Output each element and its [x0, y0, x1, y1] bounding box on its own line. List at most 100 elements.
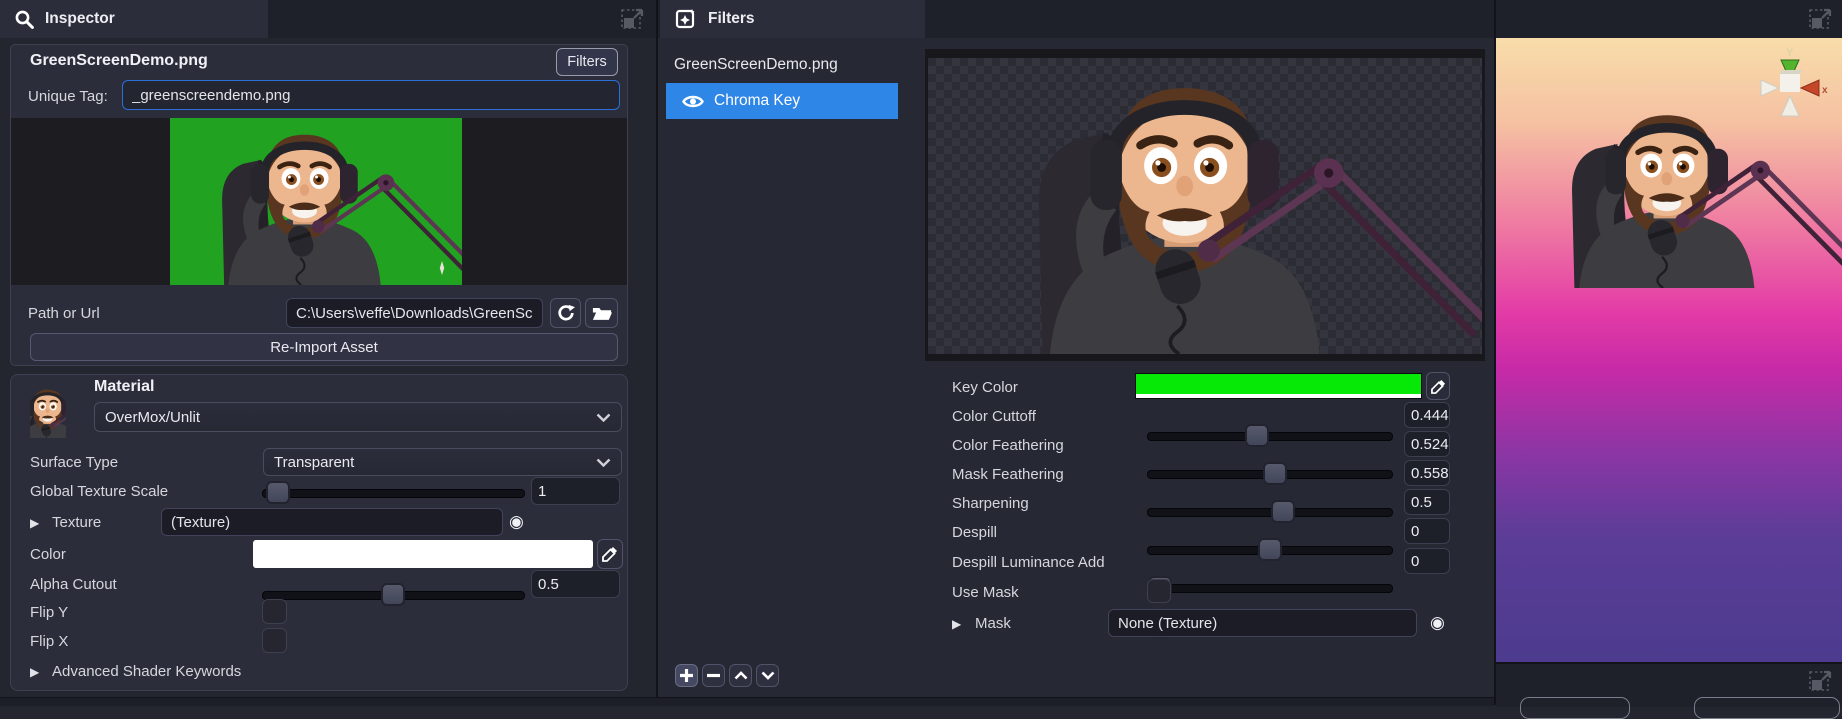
filters-button[interactable]: Filters	[556, 48, 618, 76]
sparkle-icon	[439, 261, 445, 275]
mask-feathering-label: Mask Feathering	[952, 466, 1064, 483]
material-header: Material	[94, 378, 155, 395]
path-label: Path or Url	[28, 305, 100, 322]
avatar-greenscreen	[170, 118, 462, 285]
minus-icon	[707, 673, 720, 678]
texture-field[interactable]: (Texture)	[161, 508, 503, 536]
add-filter-button[interactable]	[675, 664, 698, 687]
refresh-icon	[557, 304, 575, 321]
sharpening-slider[interactable]	[1147, 538, 1393, 561]
surface-type-label: Surface Type	[30, 454, 119, 471]
shader-dropdown[interactable]: OverMox/Unlit	[94, 402, 622, 432]
filter-source-name[interactable]: GreenScreenDemo.png	[674, 56, 838, 74]
texture-target-icon[interactable]: ◉	[509, 513, 524, 530]
slider-thumb[interactable]	[1271, 500, 1295, 523]
popout-icon-scene-bottom[interactable]	[1806, 668, 1834, 696]
mask-target-icon[interactable]: ◉	[1430, 614, 1445, 631]
advanced-foldout-icon[interactable]: ▶	[30, 665, 39, 679]
key-color-label: Key Color	[952, 379, 1018, 396]
flip-y-label: Flip Y	[30, 604, 69, 621]
despill-luminance-add-value[interactable]: 0	[1404, 548, 1450, 574]
key-color-eyedropper-button[interactable]	[1426, 372, 1450, 400]
avatar-scene	[1500, 96, 1842, 288]
chevron-down-icon	[761, 671, 774, 680]
gizmo-y-label: Y	[1786, 47, 1794, 59]
color-feathering-value[interactable]: 0.5248	[1404, 431, 1450, 457]
advanced-shader-keywords-label[interactable]: Advanced Shader Keywords	[52, 663, 241, 680]
alpha-cutout-slider[interactable]	[262, 583, 525, 606]
mask-feathering-slider[interactable]	[1147, 500, 1393, 523]
slider-thumb[interactable]	[381, 583, 405, 606]
mask-foldout-icon[interactable]: ▶	[952, 617, 961, 631]
despill-slider[interactable]	[1147, 576, 1393, 599]
mask-feathering-value[interactable]: 0.5583	[1404, 460, 1450, 486]
tab-inspector[interactable]: Inspector	[0, 0, 268, 38]
filter-preview	[928, 58, 1482, 354]
flip-y-checkbox[interactable]	[262, 599, 287, 624]
color-label: Color	[30, 546, 66, 563]
chevron-down-icon	[596, 458, 611, 467]
despill-label: Despill	[952, 524, 998, 541]
move-filter-up-button[interactable]	[729, 664, 752, 687]
despill-value[interactable]: 0	[1404, 518, 1450, 544]
flip-x-checkbox[interactable]	[262, 628, 287, 653]
visibility-eye-icon[interactable]	[682, 94, 704, 109]
filters-sparkle-icon	[674, 7, 698, 31]
scene-view[interactable]: Y x	[1496, 38, 1842, 662]
eyedropper-icon	[602, 547, 617, 562]
texture-value: (Texture)	[171, 513, 231, 531]
avatar-keyed	[928, 58, 1482, 354]
scene-bottom-button[interactable]	[1520, 697, 1630, 719]
slider-thumb[interactable]	[1258, 538, 1282, 561]
alpha-cutout-value[interactable]: 0.5	[531, 570, 620, 598]
slider-thumb[interactable]	[1263, 462, 1287, 485]
avatar-material-thumb	[30, 388, 66, 438]
sharpening-label: Sharpening	[952, 495, 1029, 512]
color-cuttoff-value[interactable]: 0.4446	[1404, 402, 1450, 428]
remove-filter-button[interactable]	[702, 664, 725, 687]
orientation-gizmo[interactable]: Y x	[1752, 44, 1828, 120]
slider-thumb[interactable]	[266, 481, 290, 504]
scene-panel-topbar	[1496, 0, 1842, 38]
mask-label: Mask	[975, 615, 1011, 632]
popout-icon-scene[interactable]	[1806, 6, 1834, 34]
greenscreen-thumbnail	[170, 118, 462, 285]
filter-item-chroma-key[interactable]: Chroma Key	[666, 83, 898, 119]
color-cuttoff-slider[interactable]	[1147, 424, 1393, 447]
mask-field[interactable]: None (Texture)	[1108, 609, 1417, 637]
color-eyedropper-button[interactable]	[597, 539, 623, 569]
chevron-down-icon	[596, 413, 611, 422]
material-thumbnail	[30, 386, 66, 438]
despill-luminance-add-label: Despill Luminance Add	[952, 554, 1105, 571]
refresh-button[interactable]	[550, 298, 581, 328]
plus-icon	[680, 669, 693, 682]
tab-filters[interactable]: Filters	[660, 0, 925, 38]
global-texture-scale-label: Global Texture Scale	[30, 483, 169, 500]
reimport-button[interactable]: Re-Import Asset	[30, 333, 618, 361]
popout-icon[interactable]	[618, 6, 646, 34]
scene-bottom-button-2[interactable]	[1694, 697, 1840, 719]
tab-filters-label: Filters	[708, 10, 755, 27]
global-texture-scale-slider[interactable]	[262, 481, 525, 504]
asset-title: GreenScreenDemo.png	[30, 52, 208, 69]
key-color-swatch[interactable]	[1135, 373, 1422, 399]
browse-button[interactable]	[585, 298, 618, 328]
unique-tag-input[interactable]	[122, 80, 620, 110]
use-mask-checkbox[interactable]	[1147, 579, 1171, 603]
chevron-up-icon	[734, 671, 747, 680]
path-input[interactable]	[286, 298, 543, 328]
unique-tag-label: Unique Tag:	[28, 88, 108, 105]
slider-thumb[interactable]	[1245, 424, 1269, 447]
shader-value: OverMox/Unlit	[105, 408, 201, 426]
color-cuttoff-label: Color Cuttoff	[952, 408, 1036, 425]
filter-item-label: Chroma Key	[714, 92, 801, 109]
global-texture-scale-value[interactable]: 1	[531, 477, 620, 505]
color-feathering-slider[interactable]	[1147, 462, 1393, 485]
color-swatch[interactable]	[253, 540, 593, 568]
use-mask-label: Use Mask	[952, 584, 1019, 601]
move-filter-down-button[interactable]	[756, 664, 779, 687]
color-feathering-label: Color Feathering	[952, 437, 1064, 454]
sharpening-value[interactable]: 0.5	[1404, 489, 1450, 515]
texture-foldout-icon[interactable]: ▶	[30, 516, 39, 530]
surface-type-dropdown[interactable]: Transparent	[263, 448, 622, 476]
